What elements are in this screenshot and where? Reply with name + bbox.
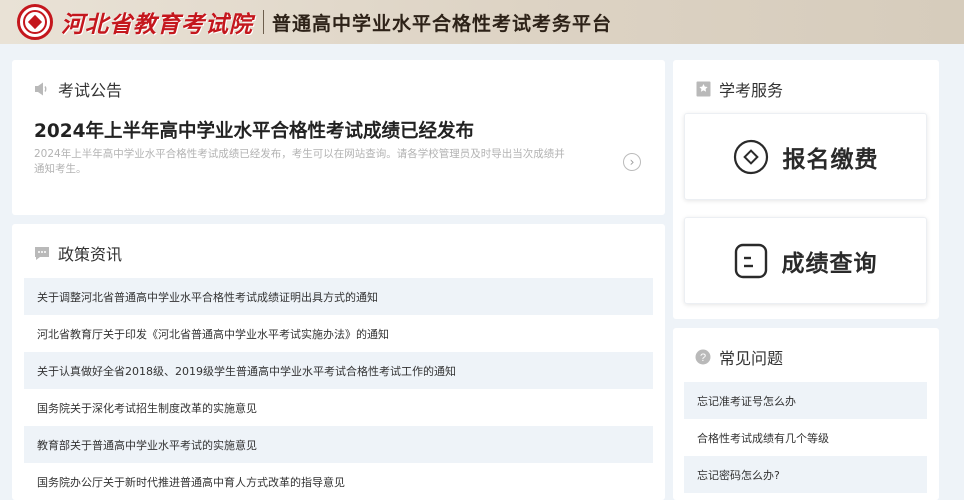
announcement-card: 考试公告 2024年上半年高中学业水平合格性考试成绩已经发布 2024年上半年高… <box>12 60 665 215</box>
score-query-label: 成绩查询 <box>781 250 878 277</box>
faq-section-title: ? 常见问题 <box>695 345 783 369</box>
policy-list: 关于调整河北省普通高中学业水平合格性考试成绩证明出具方式的通知 河北省教育厅关于… <box>24 278 653 500</box>
section-title-text: 学考服务 <box>719 81 784 100</box>
faq-list: 忘记准考证号怎么办 合格性考试成绩有几个等级 忘记密码怎么办? <box>684 382 927 493</box>
policy-link[interactable]: 国务院关于深化考试招生制度改革的实施意见 <box>24 389 653 426</box>
chevron-right-circle-icon[interactable]: › <box>623 153 641 171</box>
bookmark-icon <box>695 81 711 97</box>
org-name[interactable]: 河北省教育考试院 <box>61 5 253 39</box>
chat-bubble-icon <box>34 245 50 261</box>
policy-link[interactable]: 教育部关于普通高中学业水平考试的实施意见 <box>24 426 653 463</box>
policy-section-title: 政策资讯 <box>34 241 122 265</box>
policy-link[interactable]: 关于认真做好全省2018级、2019级学生普通高中学业水平考试合格性考试工作的通… <box>24 352 653 389</box>
section-title-text: 常见问题 <box>719 349 784 368</box>
faq-link[interactable]: 忘记准考证号怎么办 <box>684 382 927 419</box>
section-title-text: 考试公告 <box>58 81 123 100</box>
header-divider <box>263 10 264 34</box>
policy-link[interactable]: 国务院办公厅关于新时代推进普通高中育人方式改革的指导意见 <box>24 463 653 500</box>
announcement-summary: 2024年上半年高中学业水平合格性考试成绩已经发布，考生可以在网站查询。请各学校… <box>34 148 565 175</box>
section-title-text: 政策资讯 <box>58 245 123 264</box>
question-circle-icon: ? <box>695 349 711 365</box>
announcement-section-title: 考试公告 <box>34 77 122 101</box>
faq-card: ? 常见问题 忘记准考证号怎么办 合格性考试成绩有几个等级 忘记密码怎么办? <box>673 328 939 500</box>
service-card: 学考服务 报名缴费 成绩查询 <box>673 60 939 319</box>
service-section-title: 学考服务 <box>695 77 783 101</box>
exam-authority-logo-icon[interactable] <box>17 4 53 40</box>
site-header: 河北省教育考试院 普通高中学业水平合格性考试考务平台 <box>0 0 964 44</box>
register-pay-button[interactable]: 报名缴费 <box>684 113 927 200</box>
policy-link[interactable]: 河北省教育厅关于印发《河北省普通高中学业水平考试实施办法》的通知 <box>24 315 653 352</box>
policy-link[interactable]: 关于调整河北省普通高中学业水平合格性考试成绩证明出具方式的通知 <box>24 278 653 315</box>
svg-text:?: ? <box>700 352 706 364</box>
register-pay-icon <box>733 139 769 175</box>
speaker-icon <box>34 81 50 97</box>
policy-card: 政策资讯 关于调整河北省普通高中学业水平合格性考试成绩证明出具方式的通知 河北省… <box>12 224 665 500</box>
platform-name: 普通高中学业水平合格性考试考务平台 <box>272 12 613 35</box>
faq-link[interactable]: 合格性考试成绩有几个等级 <box>684 419 927 456</box>
score-query-icon <box>734 243 768 279</box>
register-pay-label: 报名缴费 <box>782 146 879 173</box>
faq-link[interactable]: 忘记密码怎么办? <box>684 456 927 493</box>
score-query-button[interactable]: 成绩查询 <box>684 217 927 304</box>
announcement-headline[interactable]: 2024年上半年高中学业水平合格性考试成绩已经发布 <box>34 117 474 143</box>
